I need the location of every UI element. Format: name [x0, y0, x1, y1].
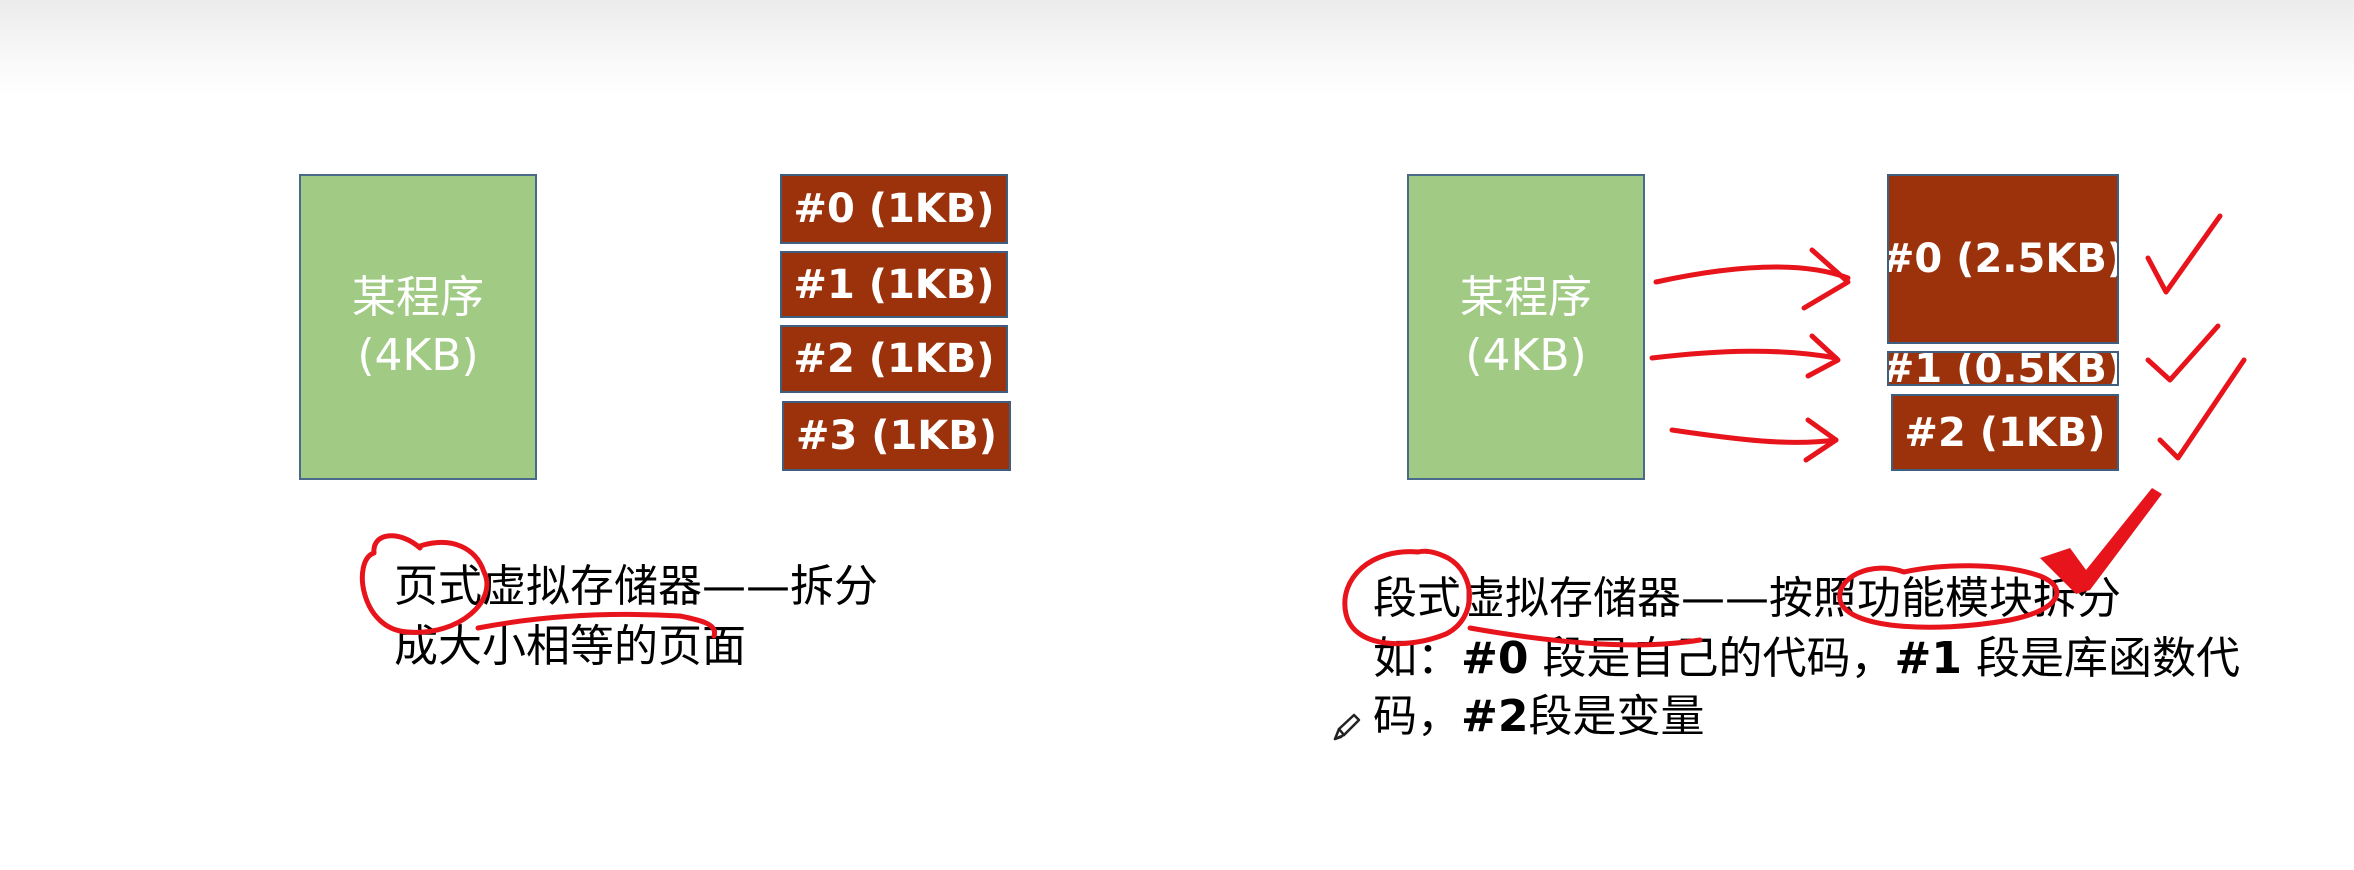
segmented-caption-line3: 码，#2段是变量	[1373, 688, 1704, 746]
caption-text: 如：	[1373, 633, 1461, 684]
program-box-right: 某程序 (4KB)	[1407, 174, 1645, 480]
page-label: #2 (1KB)	[793, 336, 995, 382]
caption-text: 段是自己的代码，	[1528, 633, 1895, 684]
segment-label: #0 (2.5KB)	[1887, 236, 2119, 282]
segment-block: #2 (1KB)	[1891, 394, 2119, 471]
arrow-mark	[1653, 264, 1851, 285]
caption-text: 段是库函数代	[1961, 633, 2240, 684]
program-size: (4KB)	[1465, 330, 1587, 381]
arrow-mark	[1801, 247, 1851, 311]
segment-block: #0 (2.5KB)	[1887, 174, 2119, 344]
slide: 某程序 (4KB) #0 (1KB) #1 (1KB) #2 (1KB) #3 …	[0, 0, 2354, 870]
arrow-mark	[1649, 348, 1839, 361]
arrow-mark	[1805, 333, 1841, 379]
paged-caption-line2: 成大小相等的页面	[394, 618, 746, 676]
program-size: (4KB)	[357, 330, 479, 381]
page-block: #3 (1KB)	[782, 401, 1011, 471]
arrow-mark	[1803, 417, 1839, 463]
check-mark	[2145, 213, 2223, 295]
check-mark	[2145, 323, 2221, 383]
caption-text: 页式虚拟存储器——拆分	[394, 561, 878, 612]
page-block: #0 (1KB)	[780, 174, 1008, 244]
check-mark	[2157, 357, 2247, 461]
segment-label: #1 (0.5KB)	[1887, 351, 2119, 386]
program-box-left: 某程序 (4KB)	[299, 174, 537, 480]
segmented-caption-line2: 如：#0 段是自己的代码，#1 段是库函数代	[1373, 630, 2240, 688]
arrow-mark	[1669, 427, 1839, 445]
caption-text: 成大小相等的页面	[394, 621, 746, 672]
caption-bold: #1	[1894, 633, 1962, 684]
pencil-icon	[1333, 713, 1361, 741]
caption-bold: #0	[1461, 633, 1529, 684]
paged-caption-line1: 页式虚拟存储器——拆分	[394, 558, 878, 616]
page-block: #2 (1KB)	[780, 325, 1008, 393]
segmented-caption-line1: 段式虚拟存储器——按照功能模块拆分	[1373, 570, 2121, 628]
caption-text: 段式虚拟存储器——按照功能模块拆分	[1373, 573, 2121, 624]
program-name: 某程序	[352, 272, 484, 323]
segment-block: #1 (0.5KB)	[1887, 351, 2119, 386]
caption-text: 码，	[1373, 691, 1461, 742]
page-label: #3 (1KB)	[795, 413, 998, 459]
caption-bold: #2	[1461, 691, 1529, 742]
caption-text: 段是变量	[1528, 691, 1705, 742]
page-label: #1 (1KB)	[793, 261, 995, 308]
program-name: 某程序	[1460, 272, 1592, 323]
page-block: #1 (1KB)	[780, 251, 1008, 318]
page-label: #0 (1KB)	[793, 186, 995, 232]
segment-label: #2 (1KB)	[1904, 409, 2106, 456]
